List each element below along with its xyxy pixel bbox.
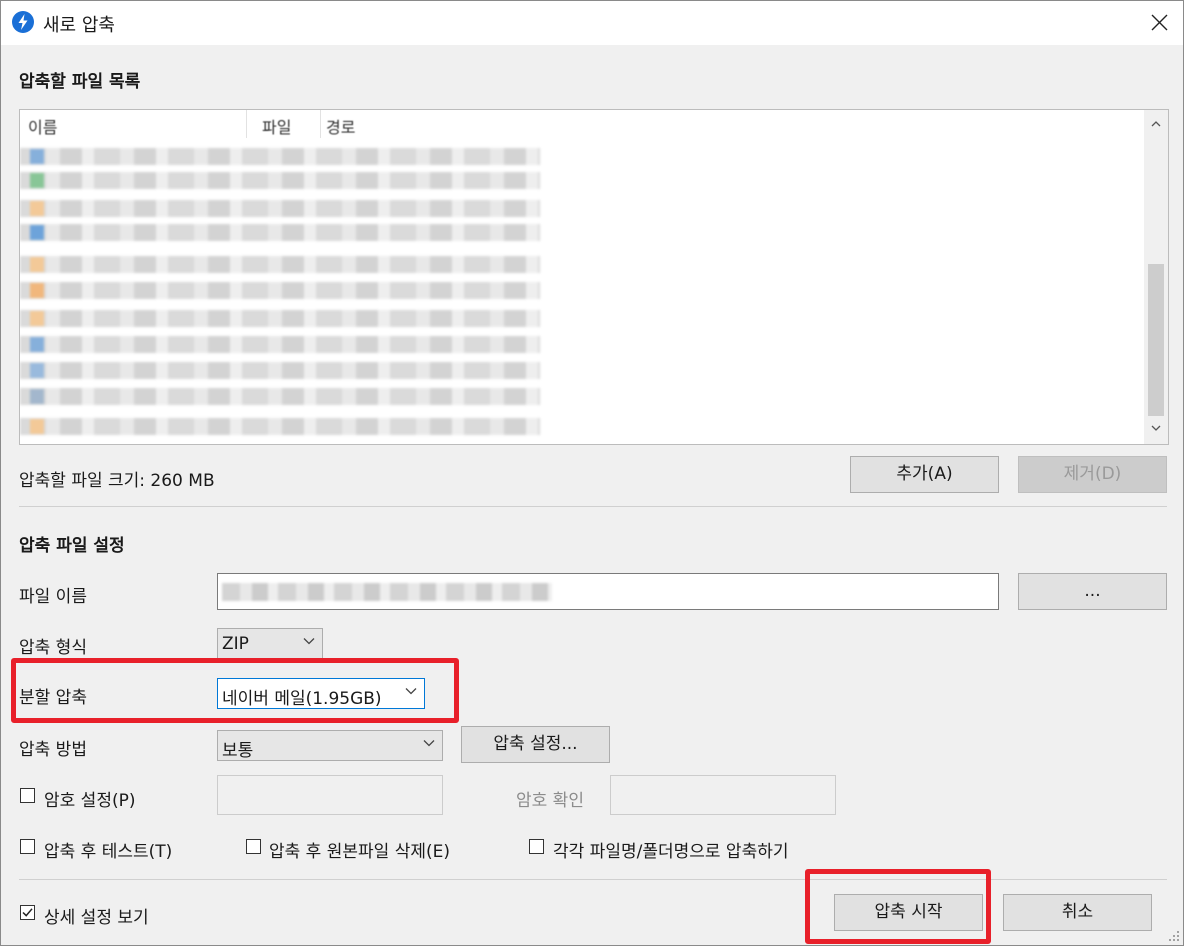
remove-button[interactable]: 제거(D): [1018, 456, 1167, 493]
cancel-button[interactable]: 취소: [1003, 894, 1152, 931]
file-icon: [30, 283, 44, 298]
bandizip-lightning-icon: [12, 11, 34, 33]
list-item[interactable]: [20, 200, 540, 217]
file-icon: [30, 389, 44, 404]
list-item[interactable]: [20, 282, 540, 299]
list-item[interactable]: [20, 256, 540, 273]
chevron-down-icon: [423, 740, 435, 747]
list-item[interactable]: [20, 148, 540, 165]
file-icon: [30, 419, 44, 434]
browse-button[interactable]: ...: [1018, 573, 1167, 610]
split-label: 분할 압축: [19, 688, 87, 708]
test-after-checkbox-label[interactable]: 압축 후 테스트(T): [44, 837, 172, 862]
show-details-checkbox-label[interactable]: 상세 설정 보기: [44, 903, 149, 928]
file-icon: [30, 225, 44, 240]
footer-divider: [19, 879, 1167, 880]
checkmark-icon: [22, 908, 33, 917]
list-item[interactable]: [20, 310, 540, 327]
method-value: 보통: [222, 741, 254, 761]
settings-section-title: 압축 파일 설정: [19, 536, 125, 556]
new-archive-dialog: 새로 압축 압축할 파일 목록 이름 파일 경로 압축할 파일 크기: 260 …: [0, 0, 1184, 946]
split-select[interactable]: 네이버 메일(1.95GB): [217, 678, 425, 709]
list-item[interactable]: [20, 362, 540, 379]
file-icon: [30, 311, 44, 326]
start-compress-button[interactable]: 압축 시작: [834, 894, 983, 931]
filename-value-redacted: [222, 583, 552, 601]
format-select[interactable]: ZIP: [217, 628, 323, 659]
filename-input[interactable]: [217, 573, 999, 610]
format-value: ZIP: [222, 634, 249, 654]
method-label: 압축 방법: [19, 740, 87, 760]
method-settings-button[interactable]: 압축 설정...: [461, 726, 610, 763]
list-item[interactable]: [20, 418, 540, 435]
each-archive-checkbox-label[interactable]: 각각 파일명/폴더명으로 압축하기: [553, 837, 789, 862]
file-list-scrollbar[interactable]: [1144, 110, 1168, 444]
method-select[interactable]: 보통: [217, 730, 443, 761]
each-archive-checkbox[interactable]: [529, 839, 544, 854]
title-bar[interactable]: 새로 압축: [1, 1, 1183, 45]
file-list[interactable]: 이름 파일 경로: [19, 109, 1169, 445]
file-icon: [30, 363, 44, 378]
column-separator[interactable]: [246, 110, 247, 138]
window-title: 새로 압축: [43, 15, 115, 36]
list-item[interactable]: [20, 224, 540, 241]
filename-label: 파일 이름: [19, 587, 87, 607]
column-separator[interactable]: [320, 110, 321, 138]
file-icon: [30, 337, 44, 352]
file-icon: [30, 149, 44, 164]
file-icon: [30, 173, 44, 188]
split-value: 네이버 메일(1.95GB): [222, 689, 382, 709]
list-item[interactable]: [20, 388, 540, 405]
show-details-checkbox[interactable]: [20, 905, 35, 920]
resize-grip-icon[interactable]: [1168, 930, 1180, 942]
scroll-thumb[interactable]: [1148, 264, 1164, 416]
file-size-text: 압축할 파일 크기: 260 MB: [19, 471, 215, 491]
delete-original-checkbox[interactable]: [246, 839, 261, 854]
password-confirm-input[interactable]: [610, 775, 836, 815]
chevron-down-icon: [303, 638, 315, 645]
password-checkbox-label[interactable]: 암호 설정(P): [44, 786, 135, 811]
column-header-path[interactable]: 경로: [326, 114, 386, 138]
column-header-file[interactable]: 파일: [262, 114, 302, 138]
section-divider: [19, 506, 1167, 507]
scroll-up-icon[interactable]: [1144, 112, 1168, 136]
delete-original-checkbox-label[interactable]: 압축 후 원본파일 삭제(E): [269, 837, 450, 862]
format-label: 압축 형식: [19, 638, 87, 658]
column-header-name[interactable]: 이름: [28, 114, 88, 138]
add-button[interactable]: 추가(A): [850, 456, 999, 493]
chevron-down-icon: [405, 688, 417, 695]
password-confirm-label: 암호 확인: [516, 791, 584, 811]
test-after-checkbox[interactable]: [20, 839, 35, 854]
list-item[interactable]: [20, 172, 540, 189]
close-button[interactable]: [1137, 1, 1183, 45]
list-item[interactable]: [20, 336, 540, 353]
password-input[interactable]: [217, 775, 443, 815]
scroll-down-icon[interactable]: [1144, 416, 1168, 440]
file-list-section-title: 압축할 파일 목록: [19, 72, 141, 92]
close-icon: [1151, 14, 1168, 31]
password-checkbox[interactable]: [20, 788, 35, 803]
file-icon: [30, 201, 44, 216]
file-icon: [30, 257, 44, 272]
